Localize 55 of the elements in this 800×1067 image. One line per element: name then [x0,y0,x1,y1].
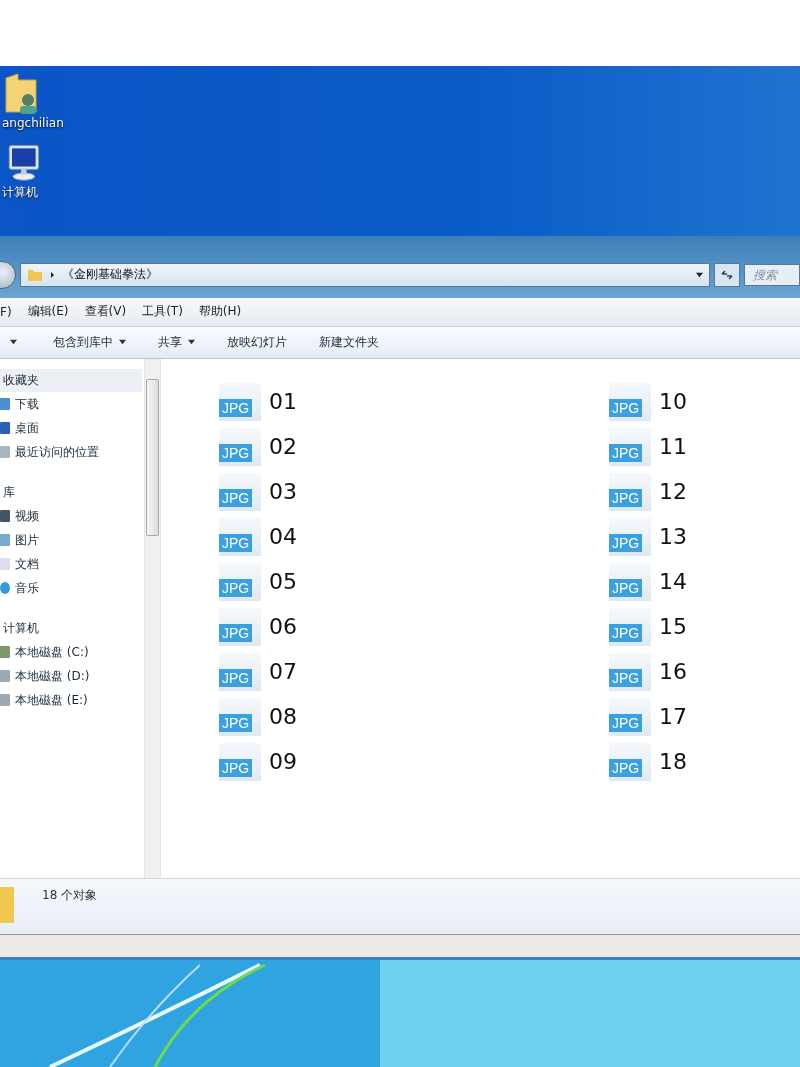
sidebar-group-header[interactable]: 库 [0,481,142,505]
menu-item[interactable]: 编辑(E) [27,303,69,321]
dropdown-icon[interactable] [696,271,703,278]
menu-item[interactable]: 工具(T) [142,303,183,321]
address-path: 《金刚基础拳法》 [62,266,159,284]
menu-item[interactable]: F) [0,304,12,319]
menu-item[interactable]: 帮助(H) [198,303,242,321]
sidebar-item[interactable]: 图片 [15,531,39,549]
toolbar-button[interactable]: 放映幻灯片 [211,330,303,355]
file-name[interactable]: 10 [659,389,687,415]
desktop-icon-label[interactable]: angchilian [0,116,64,130]
desktop-icon-label[interactable]: 计算机 [0,184,38,201]
caret-icon [188,339,195,346]
back-button[interactable] [0,260,16,289]
file-name[interactable]: 08 [269,704,297,730]
sidebar-item[interactable]: 最近访问的位置 [15,443,99,461]
sidebar-item[interactable]: 视频 [15,507,39,525]
file-name[interactable]: 11 [659,434,687,460]
file-name[interactable]: 16 [659,659,687,685]
sidebar-item[interactable]: 桌面 [15,419,39,437]
file-name[interactable]: 09 [269,749,297,775]
scrollbar[interactable] [144,359,160,879]
file-name[interactable]: 14 [659,569,687,595]
file-name[interactable]: 04 [269,524,297,550]
sidebar-item[interactable]: 本地磁盘 (D:) [15,667,90,685]
file-name[interactable]: 15 [659,614,687,640]
address-bar[interactable]: 《金刚基础拳法》 [20,262,710,287]
sidebar-item[interactable]: 音乐 [15,579,39,597]
toolbar-button[interactable]: 新建文件夹 [303,330,395,355]
file-name[interactable]: 05 [269,569,297,595]
sidebar-item[interactable]: 本地磁盘 (E:) [15,691,88,709]
refresh-button[interactable] [714,262,740,287]
sidebar-item[interactable]: 本地磁盘 (C:) [15,643,89,661]
file-name[interactable]: 13 [659,524,687,550]
file-name[interactable]: 06 [269,614,297,640]
search-field[interactable]: 搜索 [744,263,800,286]
sidebar-item[interactable]: 下载 [15,395,39,413]
refresh-icon [720,267,734,282]
chevron-icon [49,271,56,278]
file-name[interactable]: 03 [269,479,297,505]
file-name[interactable]: 18 [659,749,687,775]
file-name[interactable]: 01 [269,389,297,415]
sidebar-group-header[interactable]: 收藏夹 [0,369,142,393]
file-name[interactable]: 07 [269,659,297,685]
toolbar-button[interactable]: 包含到库中 [37,330,142,355]
caret-icon[interactable] [10,339,17,346]
caret-icon [119,339,126,346]
sidebar-group-header[interactable]: 计算机 [0,617,142,641]
menu-item[interactable]: 查看(V) [84,303,127,321]
file-name[interactable]: 12 [659,479,687,505]
toolbar-button[interactable]: 共享 [142,330,211,355]
file-name[interactable]: 02 [269,434,297,460]
item-count: 18 个对象 [42,887,98,905]
file-name[interactable]: 17 [659,704,687,730]
sidebar-item[interactable]: 文档 [15,555,39,573]
